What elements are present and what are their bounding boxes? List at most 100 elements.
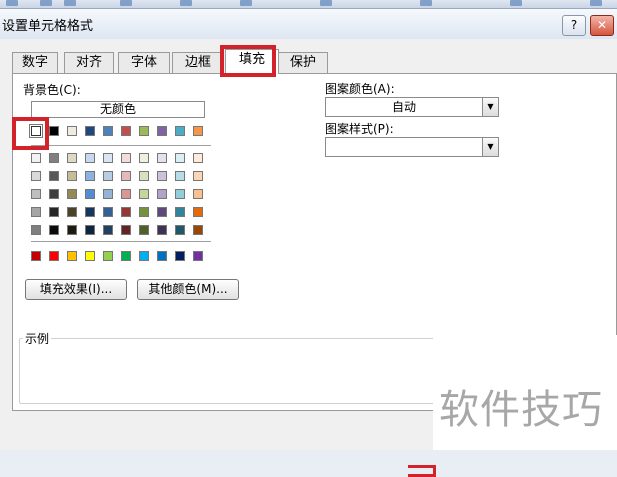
toolbar-icon[interactable] <box>180 0 192 6</box>
toolbar-icon[interactable] <box>240 0 252 6</box>
color-swatch[interactable] <box>175 207 185 217</box>
help-button[interactable]: ? <box>562 15 586 36</box>
color-swatch[interactable] <box>121 153 131 163</box>
color-swatch[interactable] <box>193 225 203 235</box>
color-swatch[interactable] <box>193 171 203 181</box>
tab-alignment[interactable]: 对齐 <box>64 52 114 73</box>
pattern-style-dropdown[interactable]: ▼ <box>325 137 499 157</box>
color-swatch[interactable] <box>103 207 113 217</box>
color-swatch[interactable] <box>121 126 131 136</box>
toolbar-icon[interactable] <box>590 0 602 6</box>
toolbar-icon[interactable] <box>510 0 522 6</box>
tab-fill[interactable]: 填充 <box>225 49 279 74</box>
color-swatch[interactable] <box>31 225 41 235</box>
color-swatch[interactable] <box>49 189 59 199</box>
color-swatch[interactable] <box>139 225 149 235</box>
chevron-down-icon[interactable]: ▼ <box>482 98 498 116</box>
color-swatch[interactable] <box>157 207 167 217</box>
color-swatch[interactable] <box>31 171 41 181</box>
color-swatch[interactable] <box>67 171 77 181</box>
toolbar-icon[interactable] <box>6 0 18 6</box>
color-swatch[interactable] <box>175 153 185 163</box>
close-button[interactable]: ✕ <box>590 15 614 36</box>
color-swatch[interactable] <box>49 153 59 163</box>
ok-button-highlight <box>408 465 436 477</box>
palette-separator <box>31 145 211 146</box>
color-swatch[interactable] <box>103 251 113 261</box>
color-swatch[interactable] <box>121 207 131 217</box>
color-swatch[interactable] <box>31 251 41 261</box>
color-swatch[interactable] <box>67 251 77 261</box>
color-swatch[interactable] <box>139 207 149 217</box>
color-swatch[interactable] <box>157 153 167 163</box>
color-swatch[interactable] <box>103 126 113 136</box>
color-swatch[interactable] <box>85 189 95 199</box>
color-swatch[interactable] <box>121 189 131 199</box>
color-swatch[interactable] <box>139 189 149 199</box>
toolbar-icon[interactable] <box>64 0 76 6</box>
color-swatch[interactable] <box>85 153 95 163</box>
color-swatch[interactable] <box>175 225 185 235</box>
color-swatch[interactable] <box>157 189 167 199</box>
tab-border[interactable]: 边框 <box>172 52 224 73</box>
color-swatch[interactable] <box>139 126 149 136</box>
color-swatch[interactable] <box>157 225 167 235</box>
color-swatch[interactable] <box>85 207 95 217</box>
color-swatch[interactable] <box>31 126 41 136</box>
color-swatch[interactable] <box>121 171 131 181</box>
tab-label: 字体 <box>130 55 157 70</box>
color-swatch[interactable] <box>103 225 113 235</box>
color-swatch[interactable] <box>193 207 203 217</box>
color-swatch[interactable] <box>193 126 203 136</box>
color-swatch[interactable] <box>31 153 41 163</box>
color-swatch[interactable] <box>67 207 77 217</box>
more-colors-button[interactable]: 其他颜色(M)... <box>137 279 239 300</box>
color-swatch[interactable] <box>67 189 77 199</box>
toolbar-icon[interactable] <box>420 0 432 6</box>
color-swatch[interactable] <box>157 126 167 136</box>
color-swatch[interactable] <box>139 153 149 163</box>
color-swatch[interactable] <box>193 153 203 163</box>
color-swatch[interactable] <box>175 171 185 181</box>
tab-number[interactable]: 数字 <box>12 52 58 73</box>
color-swatch[interactable] <box>193 189 203 199</box>
color-swatch[interactable] <box>157 171 167 181</box>
color-swatch[interactable] <box>139 251 149 261</box>
color-swatch[interactable] <box>157 251 167 261</box>
toolbar-icon[interactable] <box>320 0 332 6</box>
color-swatch[interactable] <box>193 251 203 261</box>
color-swatch[interactable] <box>103 189 113 199</box>
color-swatch[interactable] <box>49 225 59 235</box>
color-swatch[interactable] <box>49 251 59 261</box>
color-swatch[interactable] <box>139 171 149 181</box>
color-swatch[interactable] <box>67 225 77 235</box>
color-swatch[interactable] <box>67 126 77 136</box>
toolbar-icon[interactable] <box>40 0 52 6</box>
toolbar-icon[interactable] <box>120 0 132 6</box>
color-swatch[interactable] <box>121 251 131 261</box>
color-swatch[interactable] <box>31 207 41 217</box>
no-color-button[interactable]: 无颜色 <box>31 101 205 118</box>
color-swatch[interactable] <box>175 189 185 199</box>
pattern-color-dropdown[interactable]: 自动 ▼ <box>325 97 499 117</box>
color-swatch[interactable] <box>85 171 95 181</box>
tab-font[interactable]: 字体 <box>118 52 170 73</box>
color-swatch[interactable] <box>175 126 185 136</box>
color-swatch[interactable] <box>121 225 131 235</box>
color-swatch[interactable] <box>85 225 95 235</box>
color-swatch[interactable] <box>49 171 59 181</box>
color-swatch[interactable] <box>49 207 59 217</box>
color-swatch[interactable] <box>85 251 95 261</box>
fill-effects-button[interactable]: 填充效果(I)... <box>25 279 127 300</box>
color-swatch[interactable] <box>103 153 113 163</box>
dialog-titlebar[interactable]: 设置单元格格式 ? ✕ <box>0 9 617 39</box>
color-swatch[interactable] <box>31 189 41 199</box>
color-swatch[interactable] <box>49 126 59 136</box>
color-swatch[interactable] <box>103 171 113 181</box>
tab-label: 填充 <box>238 52 265 67</box>
color-swatch[interactable] <box>85 126 95 136</box>
tab-protection[interactable]: 保护 <box>278 52 328 73</box>
color-swatch[interactable] <box>67 153 77 163</box>
chevron-down-icon[interactable]: ▼ <box>482 138 498 156</box>
color-swatch[interactable] <box>175 251 185 261</box>
